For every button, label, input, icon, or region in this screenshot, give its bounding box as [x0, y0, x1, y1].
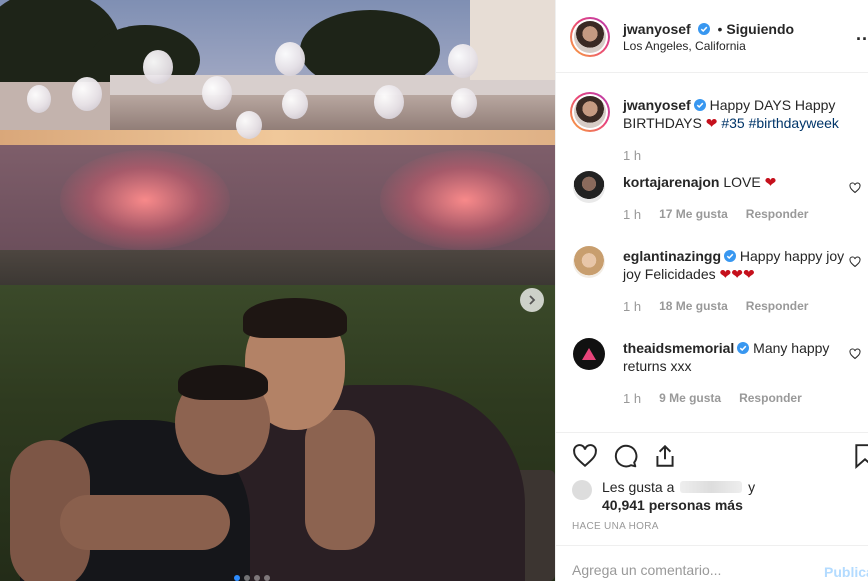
chevron-right-icon [529, 295, 536, 305]
light-glow [60, 150, 230, 250]
comment-meta: 1 h 18 Me gusta Responder [623, 299, 808, 314]
comment-meta: 1 h 17 Me gusta Responder [623, 207, 808, 222]
caption-meta: 1 h [623, 148, 641, 163]
post-timestamp[interactable]: HACE UNA HORA [572, 521, 659, 532]
share-icon[interactable] [652, 443, 678, 469]
light-glow [380, 150, 550, 250]
verified-badge-icon [724, 250, 736, 262]
person-right-chest [305, 410, 375, 550]
comment-likes[interactable]: 18 Me gusta [659, 299, 728, 314]
commenter-username[interactable]: eglantinazingg [623, 248, 721, 264]
commenter-avatar[interactable] [573, 171, 605, 203]
comment-like-heart-icon[interactable] [849, 182, 861, 194]
author-avatar[interactable] [570, 17, 610, 57]
likes-count[interactable]: 40,941 personas más [602, 497, 743, 513]
balloon [143, 50, 173, 84]
caption-avatar-image [574, 96, 606, 128]
commenter-username[interactable]: kortajarenajon [623, 174, 719, 190]
liker-avatar[interactable] [572, 480, 592, 500]
author-avatar-image [574, 21, 606, 53]
person-left-hair [178, 365, 268, 400]
separator: • [717, 21, 723, 37]
comment-input[interactable] [572, 562, 802, 578]
likes-summary: Les gusta a y 40,941 personas más [572, 478, 862, 514]
comment-text: kortajarenajon LOVE ❤ [623, 173, 863, 191]
heart-emoji: ❤ [705, 115, 718, 131]
commenter-username[interactable]: theaidsmemorial [623, 340, 734, 356]
reply-button[interactable]: Responder [739, 391, 802, 406]
balloon [451, 88, 477, 118]
balloon [72, 77, 102, 111]
carousel-next-button[interactable] [520, 288, 544, 312]
person-left-arm [60, 495, 230, 550]
author-username[interactable]: jwanyosef [623, 21, 691, 37]
save-bookmark-icon[interactable] [852, 443, 868, 469]
verified-badge-icon [737, 342, 750, 354]
carousel-dot[interactable] [264, 575, 270, 581]
triangle-logo-icon [582, 348, 596, 360]
commenter-avatar[interactable] [573, 246, 605, 278]
photo-wall [0, 250, 555, 290]
balloon [275, 42, 305, 76]
carousel-dot[interactable] [234, 575, 240, 581]
balloon [202, 76, 232, 110]
comment-meta: 1 h 9 Me gusta Responder [623, 391, 802, 406]
carousel-dots [234, 575, 270, 581]
like-heart-icon[interactable] [572, 443, 598, 469]
balloon [27, 85, 51, 113]
avatar-ring-inner [572, 19, 608, 55]
hashtag-link[interactable]: #birthdayweek [749, 115, 839, 131]
avatar-ring-inner [572, 94, 608, 130]
post-photo[interactable] [0, 0, 555, 581]
person-right-hair [243, 298, 347, 338]
comment-likes[interactable]: 17 Me gusta [659, 207, 728, 222]
verified-badge-icon [693, 99, 706, 111]
comment-time[interactable]: 1 h [623, 207, 641, 222]
comment-time[interactable]: 1 h [623, 391, 641, 406]
heart-emoji: ❤❤❤ [719, 266, 755, 282]
balloon [282, 89, 308, 119]
reply-button[interactable]: Responder [746, 207, 809, 222]
comment-bubble-icon[interactable] [612, 443, 638, 469]
header-user-line: jwanyosef • Siguiendo [623, 21, 794, 37]
post-sidebar: jwanyosef • Siguiendo Los Angeles, Califo… [555, 0, 868, 581]
comment-like-heart-icon[interactable] [849, 348, 861, 360]
comment-likes[interactable]: 9 Me gusta [659, 391, 721, 406]
balloon [374, 85, 404, 119]
post-location[interactable]: Los Angeles, California [623, 39, 746, 53]
photo-house [470, 0, 555, 80]
photo-house [110, 95, 555, 135]
caption-avatar[interactable] [570, 92, 610, 132]
heart-emoji: ❤ [764, 174, 777, 190]
commenter-avatar[interactable] [573, 338, 605, 370]
publish-button[interactable]: Publicar [824, 564, 868, 580]
balloon [448, 44, 478, 78]
caption-text: jwanyosef Happy DAYS Happy BIRTHDAYS ❤ #… [623, 96, 863, 132]
likes-prefix: Les gusta a [602, 479, 675, 495]
comment-time[interactable]: 1 h [623, 299, 641, 314]
caption-time[interactable]: 1 h [623, 148, 641, 163]
comment-body: LOVE [723, 174, 761, 190]
balloon [236, 111, 262, 139]
action-bar [556, 432, 868, 472]
comment-text: theaidsmemorial Many happy returns xxx [623, 339, 863, 375]
liker-username-blurred[interactable] [680, 481, 743, 493]
comment-like-heart-icon[interactable] [849, 256, 861, 268]
hashtag-link[interactable]: #35 [721, 115, 744, 131]
add-comment-bar: Publicar [556, 545, 868, 581]
verified-badge-icon [697, 23, 710, 35]
carousel-dot[interactable] [244, 575, 250, 581]
reply-button[interactable]: Responder [746, 299, 809, 314]
likes-text: Les gusta a y 40,941 personas más [602, 478, 755, 514]
likes-suffix: y [748, 479, 756, 495]
carousel-dot[interactable] [254, 575, 260, 581]
comment-text: eglantinazingg Happy happy joy joy Felic… [623, 247, 863, 283]
comments-list: jwanyosef Happy DAYS Happy BIRTHDAYS ❤ #… [556, 73, 868, 433]
follow-button[interactable]: Siguiendo [726, 21, 794, 37]
more-options-icon[interactable]: ... [856, 24, 868, 45]
caption-username[interactable]: jwanyosef [623, 97, 691, 113]
post-header: jwanyosef • Siguiendo Los Angeles, Califo… [556, 0, 868, 73]
